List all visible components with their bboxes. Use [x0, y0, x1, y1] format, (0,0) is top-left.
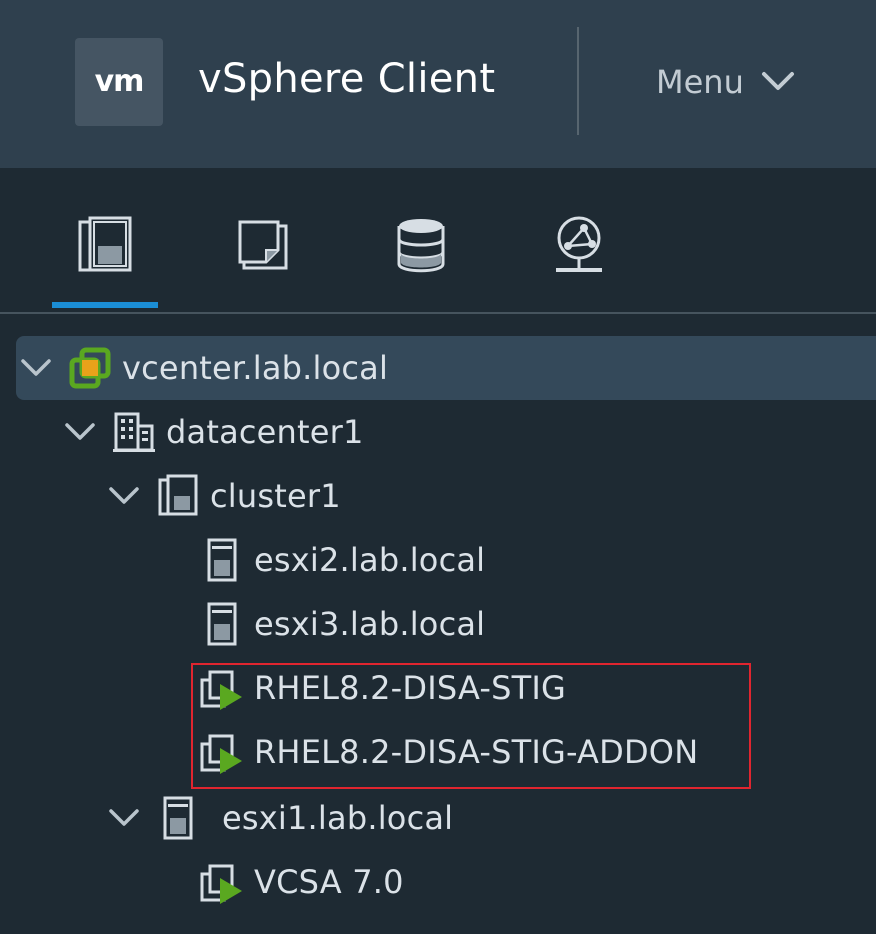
vm-powered-on-icon — [200, 730, 244, 774]
tree-node-host[interactable]: esxi2.lab.local — [148, 528, 485, 592]
tree-node-label: VCSA 7.0 — [254, 863, 404, 901]
tree-node-vcenter[interactable]: vcenter.lab.local — [16, 336, 876, 400]
app-title: vSphere Client — [198, 56, 496, 102]
tree-node-host[interactable]: esxi1.lab.local — [104, 786, 453, 850]
svg-text:vm: vm — [95, 64, 144, 99]
host-icon — [200, 602, 244, 646]
vm-logo-icon: vm — [95, 64, 145, 99]
vmware-logo[interactable]: vm — [75, 38, 163, 126]
datacenter-icon — [112, 410, 156, 454]
chevron-down-icon[interactable] — [104, 798, 144, 838]
hosts-and-clusters-icon — [78, 216, 132, 272]
storage-icon — [397, 219, 445, 273]
tree-node-vm[interactable]: RHEL8.2-DISA-STIG-ADDON — [148, 720, 698, 784]
cluster-icon — [156, 474, 200, 518]
menu-label: Menu — [656, 63, 744, 101]
tree-node-label: RHEL8.2-DISA-STIG-ADDON — [254, 733, 699, 771]
host-icon — [200, 538, 244, 582]
tab-storage[interactable] — [368, 216, 474, 306]
tabs-divider — [0, 312, 876, 314]
tree-node-datacenter[interactable]: datacenter1 — [60, 400, 364, 464]
tree-node-label: esxi1.lab.local — [222, 799, 454, 837]
tree-node-label: esxi2.lab.local — [254, 541, 486, 579]
tree-node-vm[interactable]: RHEL8.2-DISA-STIG — [148, 656, 566, 720]
tree-node-label: esxi3.lab.local — [254, 605, 486, 643]
header-divider — [577, 27, 579, 135]
vm-powered-on-icon — [200, 666, 244, 710]
tree-node-cluster[interactable]: cluster1 — [104, 464, 341, 528]
chevron-down-icon[interactable] — [60, 412, 100, 452]
app-header: vm vSphere Client Menu — [0, 0, 876, 168]
host-icon — [156, 796, 200, 840]
chevron-down-icon — [761, 72, 794, 90]
tree-node-label: cluster1 — [210, 477, 341, 515]
active-tab-indicator — [52, 302, 158, 308]
menu-button[interactable]: Menu — [656, 60, 796, 104]
tree-node-label: vcenter.lab.local — [122, 349, 389, 387]
tree-node-vm[interactable]: VCSA 7.0 — [148, 850, 404, 914]
vms-and-templates-icon — [238, 220, 288, 270]
chevron-down-icon[interactable] — [104, 476, 144, 516]
tree-node-label: datacenter1 — [166, 413, 364, 451]
tab-networking[interactable] — [526, 216, 632, 306]
vm-powered-on-icon — [200, 860, 244, 904]
vcenter-icon — [68, 346, 112, 390]
chevron-down-icon[interactable] — [16, 348, 56, 388]
tree-node-label: RHEL8.2-DISA-STIG — [254, 669, 566, 707]
tab-vms-and-templates[interactable] — [210, 216, 316, 306]
navigator-tabs — [0, 168, 876, 314]
tree-node-host[interactable]: esxi3.lab.local — [148, 592, 485, 656]
tab-hosts-and-clusters[interactable] — [52, 216, 158, 306]
networking-icon — [556, 216, 602, 272]
